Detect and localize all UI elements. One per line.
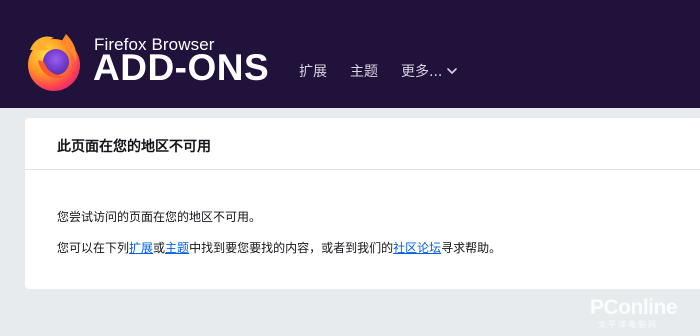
nav-more-label: 更多... xyxy=(401,64,443,80)
watermark-logo: PConline xyxy=(590,296,678,319)
unavailable-card: 此页面在您的地区不可用 您尝试访问的页面在您的地区不可用。 您可以在下列扩展或主… xyxy=(25,118,700,289)
help-text-2: 或 xyxy=(153,241,166,255)
help-text-4: 寻求帮助。 xyxy=(441,241,502,255)
chevron-down-icon xyxy=(447,68,458,74)
nav-themes[interactable]: 主题 xyxy=(350,61,378,81)
help-text-1: 您可以在下列 xyxy=(57,241,130,255)
themes-link[interactable]: 主题 xyxy=(165,241,189,255)
card-title: 此页面在您的地区不可用 xyxy=(57,139,211,155)
nav-extensions[interactable]: 扩展 xyxy=(299,61,327,81)
site-header: Firefox Browser ADD-ONS 扩展 主题 更多... xyxy=(0,0,700,108)
nav-more[interactable]: 更多... xyxy=(401,61,458,81)
unavailable-message: 您尝试访问的页面在您的地区不可用。 xyxy=(57,210,262,224)
extensions-link[interactable]: 扩展 xyxy=(129,241,153,255)
help-text-3: 中找到要您要找的内容，或者到我们的 xyxy=(189,241,394,255)
firefox-logo-icon[interactable] xyxy=(24,32,82,92)
help-message: 您可以在下列扩展或主题中找到要您要找的内容，或者到我们的社区论坛寻求帮助。 xyxy=(57,239,501,256)
brand-title[interactable]: ADD-ONS xyxy=(93,47,269,89)
watermark-subtitle: 太平洋电脑网 xyxy=(598,320,658,329)
forum-link[interactable]: 社区论坛 xyxy=(393,241,441,255)
card-divider xyxy=(25,169,700,170)
